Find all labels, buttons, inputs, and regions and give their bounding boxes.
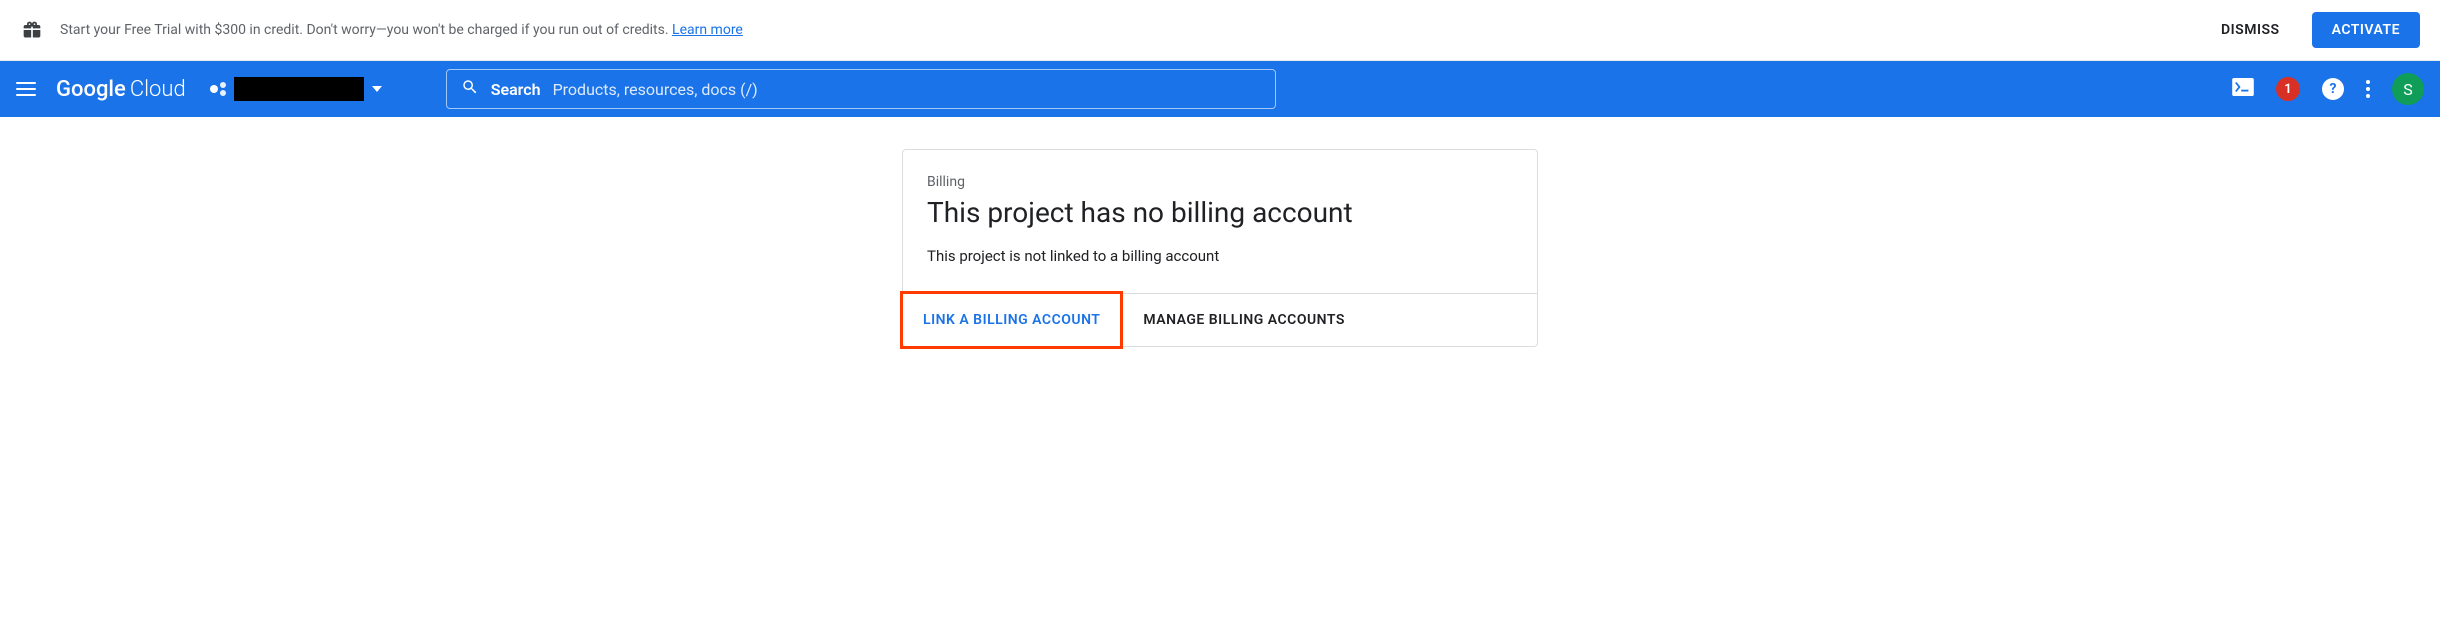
header-utilities: 1 ? S bbox=[2232, 73, 2424, 105]
highlight-annotation: LINK A BILLING ACCOUNT bbox=[900, 291, 1123, 349]
promo-banner: Start your Free Trial with $300 in credi… bbox=[0, 0, 2440, 61]
search-placeholder: Products, resources, docs (/) bbox=[553, 80, 758, 99]
search-bar[interactable]: Search Products, resources, docs (/) bbox=[446, 69, 1276, 109]
card-actions: LINK A BILLING ACCOUNT MANAGE BILLING AC… bbox=[903, 293, 1537, 346]
activate-button[interactable]: ACTIVATE bbox=[2312, 12, 2420, 48]
search-label: Search bbox=[491, 80, 541, 99]
cloud-shell-icon[interactable] bbox=[2232, 78, 2254, 100]
gift-icon bbox=[20, 18, 44, 42]
project-selector[interactable] bbox=[202, 73, 390, 105]
logo[interactable]: Google Cloud bbox=[56, 77, 186, 102]
card-description: This project is not linked to a billing … bbox=[927, 247, 1513, 265]
billing-card: Billing This project has no billing acco… bbox=[902, 149, 1538, 347]
project-name-redacted bbox=[234, 77, 364, 101]
avatar[interactable]: S bbox=[2392, 73, 2424, 105]
promo-text: Start your Free Trial with $300 in credi… bbox=[60, 22, 2189, 38]
more-options-icon[interactable] bbox=[2366, 80, 2370, 98]
manage-billing-accounts-button[interactable]: MANAGE BILLING ACCOUNTS bbox=[1123, 294, 1365, 346]
help-icon[interactable]: ? bbox=[2322, 78, 2344, 100]
card-title: This project has no billing account bbox=[927, 196, 1513, 229]
learn-more-link[interactable]: Learn more bbox=[672, 22, 743, 38]
logo-google: Google bbox=[56, 77, 126, 102]
dismiss-button[interactable]: DISMISS bbox=[2205, 14, 2296, 46]
header: Google Cloud Search Products, resources,… bbox=[0, 61, 2440, 117]
main-content: Billing This project has no billing acco… bbox=[0, 117, 2440, 347]
notification-badge[interactable]: 1 bbox=[2276, 77, 2300, 101]
project-icon bbox=[210, 82, 226, 96]
search-icon bbox=[461, 78, 479, 100]
promo-message: Start your Free Trial with $300 in credi… bbox=[60, 22, 672, 38]
logo-cloud: Cloud bbox=[130, 77, 186, 102]
chevron-down-icon bbox=[372, 86, 382, 92]
link-billing-account-button[interactable]: LINK A BILLING ACCOUNT bbox=[903, 294, 1120, 346]
navigation-menu-button[interactable] bbox=[16, 77, 40, 101]
card-label: Billing bbox=[927, 174, 1513, 190]
